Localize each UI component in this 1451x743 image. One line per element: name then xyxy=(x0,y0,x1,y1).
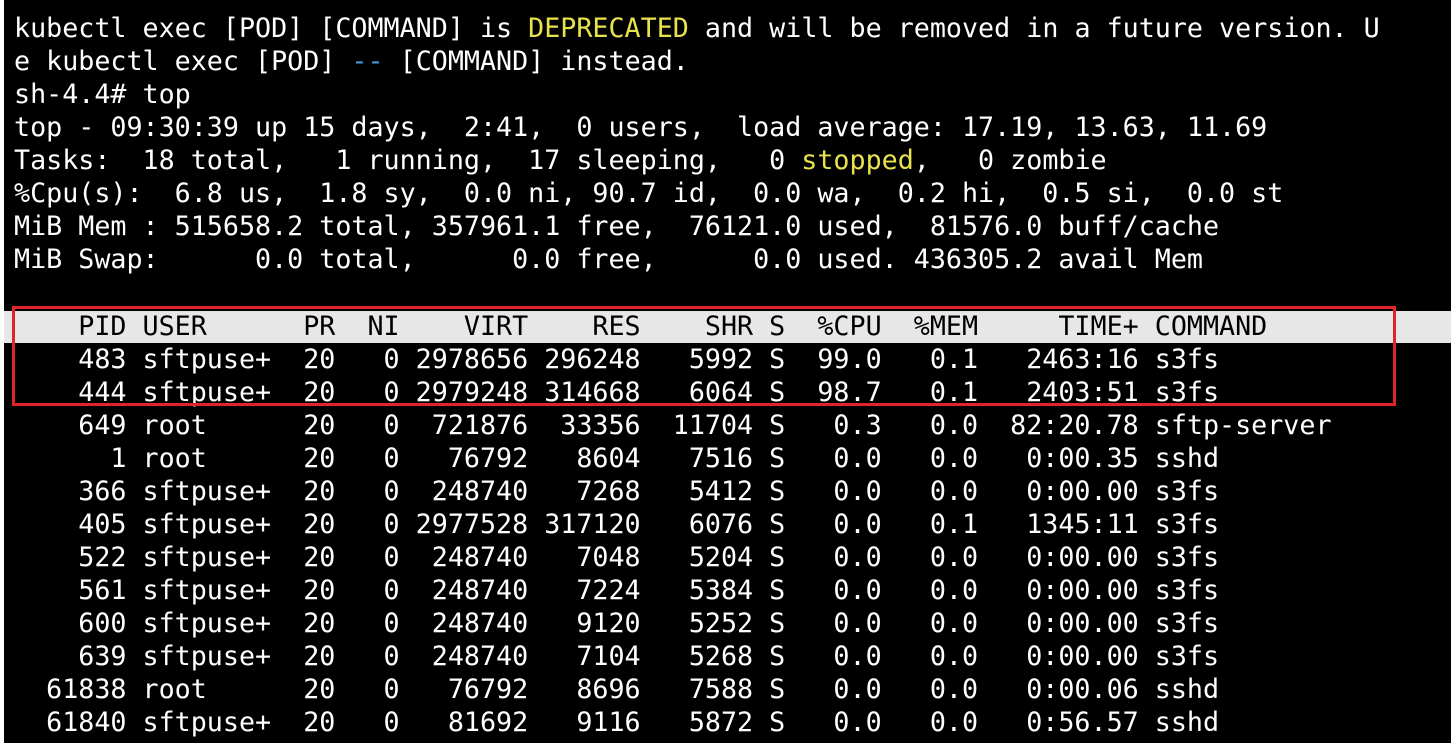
process-row: 483 sftpuse+ 20 0 2978656 296248 5992 S … xyxy=(14,344,1220,375)
deprecated-keyword: DEPRECATED xyxy=(528,13,689,44)
deprecation-warning-line: kubectl exec [POD] [COMMAND] is DEPRECAT… xyxy=(14,12,1380,45)
warning-cont-prefix: e kubectl exec [POD] xyxy=(14,46,352,77)
tasks-line: Tasks: 18 total, 1 running, 17 sleeping,… xyxy=(14,144,1107,177)
process-row: 1 root 20 0 76792 8604 7516 S 0.0 0.0 0:… xyxy=(14,443,1220,474)
process-row: 561 sftpuse+ 20 0 248740 7224 5384 S 0.0… xyxy=(14,575,1220,606)
cpu-line: %Cpu(s): 6.8 us, 1.8 sy, 0.0 ni, 90.7 id… xyxy=(14,178,1284,209)
warning-prefix: kubectl exec [POD] [COMMAND] is xyxy=(14,13,529,44)
deprecation-warning-continued: e kubectl exec [POD] -- [COMMAND] instea… xyxy=(14,45,689,78)
stopped-keyword: stopped xyxy=(801,145,914,176)
shell-prompt: sh-4.4# top xyxy=(14,79,191,110)
process-row: 61840 sftpuse+ 20 0 81692 9116 5872 S 0.… xyxy=(14,707,1220,738)
top-uptime-line: top - 09:30:39 up 15 days, 2:41, 0 users… xyxy=(14,112,1268,143)
process-row: 649 root 20 0 721876 33356 11704 S 0.3 0… xyxy=(14,410,1332,441)
process-row: 405 sftpuse+ 20 0 2977528 317120 6076 S … xyxy=(14,509,1220,540)
swap-line: MiB Swap: 0.0 total, 0.0 free, 0.0 used.… xyxy=(14,244,1203,275)
double-dash: -- xyxy=(351,46,384,77)
process-row: 366 sftpuse+ 20 0 248740 7268 5412 S 0.0… xyxy=(14,476,1220,507)
terminal-window[interactable]: kubectl exec [POD] [COMMAND] is DEPRECAT… xyxy=(4,0,1451,743)
warning-suffix: and will be removed in a future version.… xyxy=(688,13,1380,44)
tasks-suffix: , 0 zombie xyxy=(913,145,1107,176)
warning-cont-suffix: [COMMAND] instead. xyxy=(383,46,689,77)
process-row: 639 sftpuse+ 20 0 248740 7104 5268 S 0.0… xyxy=(14,641,1220,672)
tasks-prefix: Tasks: 18 total, 1 running, 17 sleeping,… xyxy=(14,145,802,176)
process-row: 600 sftpuse+ 20 0 248740 9120 5252 S 0.0… xyxy=(14,608,1220,639)
process-row: 61838 root 20 0 76792 8696 7588 S 0.0 0.… xyxy=(14,674,1220,705)
process-row: 444 sftpuse+ 20 0 2979248 314668 6064 S … xyxy=(14,377,1220,408)
process-row: 522 sftpuse+ 20 0 248740 7048 5204 S 0.0… xyxy=(14,542,1220,573)
process-table-header: PID USER PR NI VIRT RES SHR S %CPU %MEM … xyxy=(14,311,1268,342)
mem-line: MiB Mem : 515658.2 total, 357961.1 free,… xyxy=(14,211,1220,242)
